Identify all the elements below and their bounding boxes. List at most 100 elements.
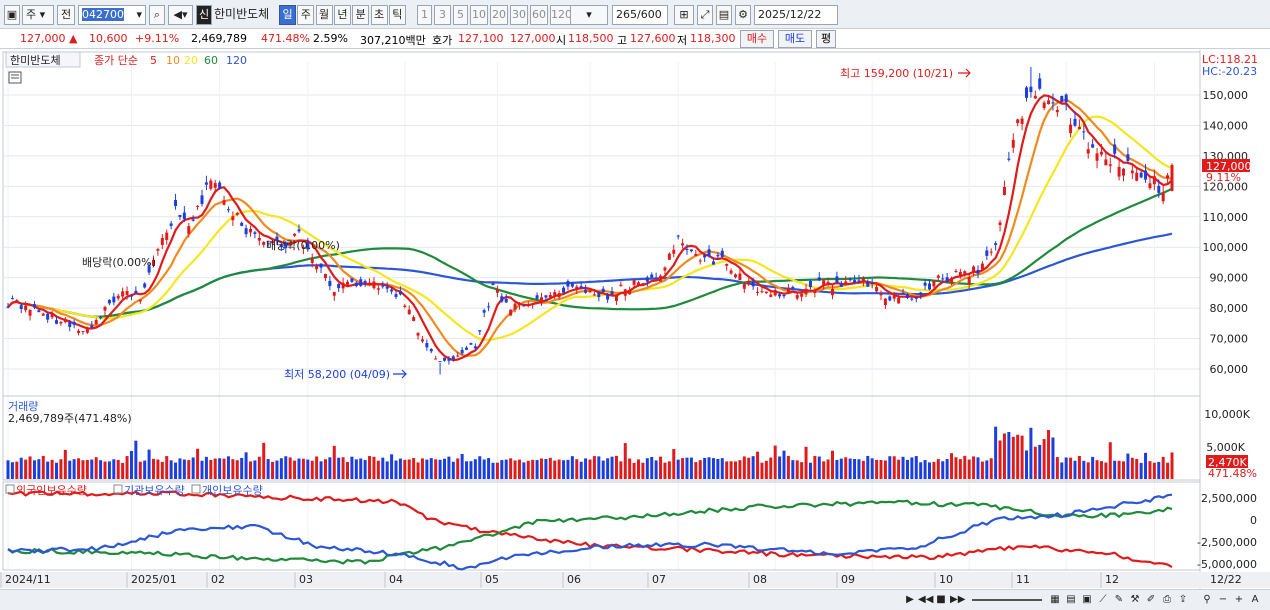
tab-period-5[interactable]: 초 [370, 5, 388, 25]
print-icon[interactable]: ⎙ [1160, 593, 1174, 607]
count-total: /600 [637, 8, 662, 21]
volume-bar [535, 460, 539, 479]
bottom-toolbar: ▶ ◀◀ ■ ▶▶ ▦ ▤ ▣ ⟋ ✎ ⚒ ✐ ⎙ ⇪ ⚲ − + A [0, 589, 1270, 610]
candle-body [967, 277, 971, 284]
interval-button-60[interactable]: 60 [530, 5, 548, 25]
draw-text-icon[interactable]: ✎ [1112, 593, 1126, 607]
tab-period-6[interactable]: 틱 [388, 5, 406, 25]
volume-bar [888, 456, 892, 479]
volume-bar [301, 458, 305, 479]
draw-line-icon[interactable]: ⟋ [1096, 593, 1110, 607]
brush-icon[interactable]: ✐ [1144, 593, 1158, 607]
candle-body [958, 271, 962, 277]
candle-body [659, 275, 663, 282]
volume-bar [720, 458, 724, 479]
date-input[interactable]: 2025/12/22 [754, 5, 838, 25]
layout-icon[interactable]: ▣ [4, 5, 20, 25]
scroll-last-icon[interactable]: ▶▶ [950, 593, 965, 607]
avg-button[interactable]: 평 [816, 30, 836, 48]
ma-legend-60: 60 [204, 54, 218, 67]
zoom-in-icon[interactable]: ⚲ [1200, 593, 1214, 607]
x-axis-current-date: 12/22 [1210, 573, 1242, 586]
count-input[interactable]: 265/600 [612, 5, 668, 25]
stock-code-input[interactable]: 042700 ▾ [78, 5, 146, 25]
volume-bar [1069, 457, 1073, 479]
candle-body [870, 283, 874, 285]
layout-grid-icon[interactable]: ▤ [1064, 593, 1078, 607]
volume-bar [491, 462, 495, 479]
x-axis-label: 2025/01 [131, 573, 177, 586]
candle-body [1011, 139, 1015, 148]
candle-body [218, 182, 222, 189]
scroll-right-icon[interactable]: ▶ [903, 593, 917, 607]
volume-bar [390, 454, 394, 479]
volume-bar [178, 458, 182, 479]
candle-body [346, 281, 349, 286]
gear-icon[interactable]: ⚙ [735, 5, 751, 25]
crosshair-icon[interactable]: ⊞ [674, 5, 694, 25]
save-icon[interactable]: ▤ [716, 5, 732, 25]
volume-bar [121, 462, 125, 479]
tab-period-2[interactable]: 월 [315, 5, 333, 25]
interval-button-3[interactable]: 3 [434, 5, 451, 25]
search-icon[interactable]: ⌕ [149, 5, 165, 25]
tool-icon[interactable]: ⚒ [1128, 593, 1142, 607]
interval-button-5[interactable]: 5 [453, 5, 468, 25]
auto-scale-icon[interactable]: A [1248, 593, 1262, 607]
tab-period-3[interactable]: 년 [333, 5, 351, 25]
candle-body [883, 298, 887, 305]
stop-icon[interactable]: ■ [934, 593, 948, 607]
candle-body [623, 289, 627, 296]
volume-bar [694, 462, 698, 479]
volume-bar [1086, 462, 1090, 479]
candle-body [509, 309, 513, 316]
candle-body [764, 291, 768, 294]
draw-icon[interactable]: ⤢ [697, 5, 713, 25]
zoom-plus-icon[interactable]: + [1232, 593, 1246, 607]
volume-bar [1104, 462, 1108, 479]
zoom-slider[interactable] [972, 599, 1042, 601]
layout-split-icon[interactable]: ▦ [1048, 593, 1062, 607]
buy-button[interactable]: 매수 [740, 30, 774, 48]
volume-bar [249, 461, 252, 479]
candle-body [923, 282, 927, 286]
zoom-out-icon[interactable]: − [1216, 593, 1230, 607]
interval-dropdown[interactable]: ▾ [570, 5, 608, 25]
interval-button-120[interactable]: 120 [550, 5, 572, 25]
candle-body [557, 293, 561, 298]
candle-body [368, 282, 372, 284]
candle-body [1117, 166, 1121, 177]
stock-chart[interactable]: 150,000140,000130,000120,000110,000100,0… [0, 50, 1270, 589]
candle-body [443, 357, 446, 361]
interval-button-10[interactable]: 10 [470, 5, 488, 25]
tab-period-0[interactable]: 일 [279, 5, 296, 25]
speaker-icon[interactable]: ◀▾ [168, 5, 193, 25]
interval-button-1[interactable]: 1 [417, 5, 432, 25]
interval-button-30[interactable]: 30 [510, 5, 528, 25]
volume-bar [226, 456, 230, 479]
sell-button[interactable]: 매도 [778, 30, 812, 48]
candle-body [491, 283, 495, 285]
candle-body [606, 294, 610, 300]
volume-bar [800, 462, 804, 479]
candle-body [240, 222, 244, 226]
volume-bar [588, 459, 592, 479]
volume-bar [319, 461, 323, 479]
candle-body [315, 265, 319, 270]
tab-period-4[interactable]: 분 [352, 5, 370, 25]
candle-body [1051, 102, 1055, 104]
copy-icon[interactable]: ▣ [1080, 593, 1094, 607]
scroll-first-icon[interactable]: ◀◀ [918, 593, 933, 607]
volume-bar [839, 458, 843, 479]
volume-bar [1095, 460, 1099, 479]
export-icon[interactable]: ⇪ [1176, 593, 1190, 607]
candle-body [694, 253, 698, 256]
prev-button[interactable]: 전 [57, 5, 75, 25]
tab-period-1[interactable]: 주 [297, 5, 315, 25]
interval-button-20[interactable]: 20 [490, 5, 508, 25]
period-select[interactable]: 주 ▾ [22, 5, 54, 25]
volume-bar [235, 460, 239, 479]
candle-body [465, 347, 469, 350]
volume-bar [531, 459, 535, 479]
volume-bar [522, 462, 526, 479]
